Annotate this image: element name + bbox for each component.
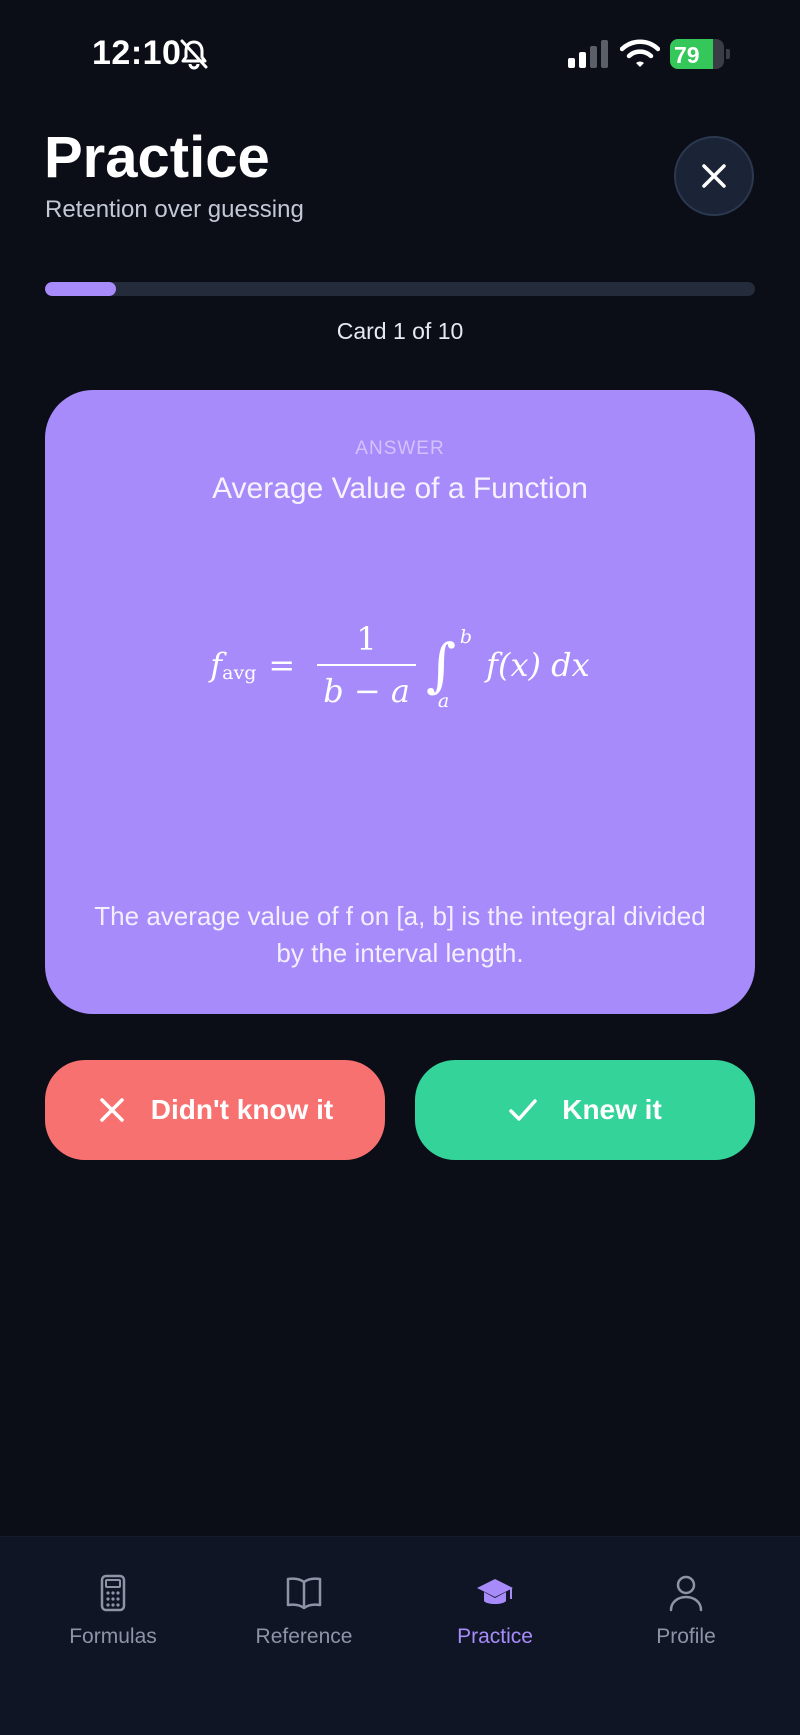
integral-sign: ∫ b a (425, 626, 473, 712)
page-title: Practice (44, 125, 270, 190)
close-icon (702, 164, 726, 188)
status-bar: 12:10 79 (0, 0, 800, 110)
check-icon (509, 1099, 537, 1121)
tab-formulas-label: Formulas (69, 1625, 157, 1648)
tab-profile-label: Profile (656, 1625, 716, 1648)
book-icon (286, 1577, 322, 1610)
formula: f avg = 1 b − a ∫ b a f(x) dx (210, 620, 590, 712)
flashcard[interactable]: ANSWER Average Value of a Function f avg … (45, 390, 755, 1014)
wifi-icon (620, 39, 660, 67)
card-title: Average Value of a Function (212, 472, 588, 505)
cellular-signal-icon (568, 40, 608, 68)
close-button[interactable] (674, 136, 754, 216)
user-icon (669, 1575, 703, 1612)
page-subtitle: Retention over guessing (45, 196, 304, 223)
formula-numerator: 1 (356, 620, 377, 658)
x-icon (100, 1098, 124, 1122)
tab-practice[interactable]: Practice (400, 1573, 590, 1663)
knew-it-label: Knew it (562, 1094, 662, 1125)
progress-fill (45, 282, 116, 296)
didnt-know-button[interactable]: Didn't know it (45, 1060, 385, 1160)
tab-formulas[interactable]: Formulas (18, 1573, 208, 1663)
formula-lhs-subscript: avg (222, 662, 257, 684)
battery-indicator: 79 (670, 39, 730, 69)
tab-reference-label: Reference (255, 1625, 353, 1648)
card-kicker: ANSWER (355, 438, 445, 459)
formula-lhs: f (210, 646, 223, 684)
bell-muted-icon (180, 39, 208, 70)
tab-profile[interactable]: Profile (591, 1573, 781, 1663)
didnt-know-label: Didn't know it (150, 1094, 334, 1125)
status-time: 12:10 (92, 34, 182, 72)
tab-practice-label: Practice (457, 1625, 533, 1648)
progress-bar (45, 282, 755, 296)
knew-it-button[interactable]: Knew it (415, 1060, 755, 1160)
progress-label: Card 1 of 10 (336, 318, 464, 344)
graduation-cap-icon (477, 1579, 513, 1604)
integral-lower-limit: a (437, 690, 450, 712)
formula-integrand: f(x) dx (486, 646, 590, 684)
calculator-icon (100, 1574, 126, 1612)
tab-bar: Formulas Reference Practice Profile (0, 1536, 800, 1735)
battery-level: 79 (674, 42, 700, 68)
formula-denominator: b − a (317, 664, 416, 710)
tab-reference[interactable]: Reference (209, 1573, 399, 1663)
card-description: The average value of f on [a, b] is the … (94, 901, 706, 968)
integral-upper-limit: b (459, 626, 473, 648)
